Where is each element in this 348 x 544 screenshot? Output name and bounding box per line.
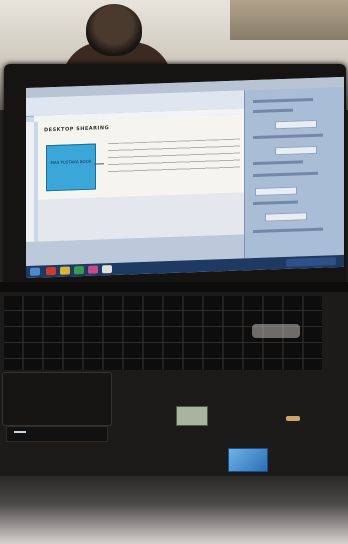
start-icon[interactable] (30, 267, 40, 276)
touchpad (2, 372, 112, 426)
document-lower-area (38, 192, 244, 242)
side-panel (244, 86, 344, 259)
taskbar-app-icon[interactable] (102, 264, 112, 274)
taskbar-app-icon[interactable] (88, 265, 98, 274)
taskbar-app-icon[interactable] (60, 266, 70, 275)
keyboard-glare (252, 324, 300, 338)
document-page: DESKTOP SHEARING MAS PUSTAKA BOOK (38, 114, 244, 242)
power-button (286, 416, 300, 421)
laptop-screen: DESKTOP SHEARING MAS PUSTAKA BOOK (26, 76, 344, 278)
person-head (86, 4, 142, 56)
laptop-front-edge (0, 476, 348, 544)
box-label: MAS PUSTAKA BOOK (50, 158, 92, 166)
indicator-light (14, 431, 26, 433)
touchpad-buttons (6, 426, 108, 442)
nvidia-sticker (176, 406, 208, 426)
bookshelf (230, 0, 348, 40)
document-blue-box: MAS PUSTAKA BOOK (46, 143, 96, 192)
document-paragraph (108, 138, 240, 174)
document-heading: DESKTOP SHEARING (44, 125, 110, 134)
connector-line (94, 163, 104, 165)
taskbar-app-icon[interactable] (46, 266, 56, 276)
intel-sticker (228, 448, 268, 472)
taskbar-app-icon[interactable] (74, 265, 84, 275)
vertical-ruler (26, 121, 34, 242)
system-tray (286, 257, 336, 267)
